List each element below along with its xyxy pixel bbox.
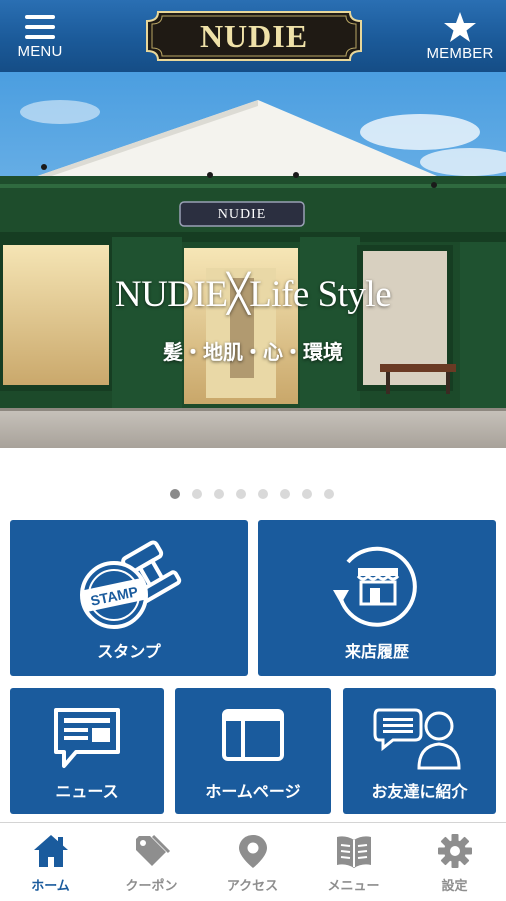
carousel-dot[interactable] — [302, 489, 312, 499]
carousel-dot[interactable] — [236, 489, 246, 499]
star-icon — [444, 11, 476, 42]
map-pin-icon — [239, 835, 267, 868]
visit-history-icon — [333, 546, 417, 627]
refer-friend-label: お友達に紹介 — [371, 782, 468, 801]
carousel-pagination — [170, 489, 334, 499]
hero-title: NUDIE╳Life Style — [114, 274, 392, 315]
nav-menu-label: メニュー — [327, 879, 380, 894]
menu-label: MENU — [17, 42, 63, 60]
stamp-icon: STAMP — [80, 540, 182, 629]
storefront-sign: NUDIE — [217, 207, 267, 222]
carousel-dot[interactable] — [280, 489, 290, 499]
member-button[interactable]: MEMBER — [414, 0, 506, 72]
hero-carousel[interactable]: NUDIE NUDIE╳Life Style 髪・地肌・心・環境 — [0, 72, 506, 448]
brand-logo: NUDIE — [146, 11, 362, 61]
brand-name: NUDIE — [199, 17, 309, 54]
menu-button[interactable]: MENU — [0, 0, 80, 72]
hero-subtitle: 髪・地肌・心・環境 — [163, 340, 343, 364]
webpage-icon — [222, 709, 284, 761]
stamp-tile[interactable]: STAMP スタンプ — [10, 520, 248, 676]
gear-icon — [438, 834, 472, 868]
visit-history-label: 来店履歴 — [344, 642, 409, 661]
home-icon — [34, 835, 68, 867]
nav-home[interactable]: ホーム — [0, 823, 101, 901]
news-label: ニュース — [55, 782, 119, 801]
carousel-dot[interactable] — [192, 489, 202, 499]
homepage-label: ホームページ — [205, 782, 301, 801]
storefront-photo — [0, 72, 506, 448]
nav-coupon[interactable]: クーポン — [101, 823, 202, 901]
homepage-tile[interactable]: ホームページ — [175, 688, 331, 814]
app-header: MENU NUDIE MEMBER — [0, 0, 506, 72]
book-icon — [337, 836, 371, 868]
carousel-dot[interactable] — [258, 489, 268, 499]
carousel-dot[interactable] — [324, 489, 334, 499]
refer-friend-tile[interactable]: お友達に紹介 — [343, 688, 496, 814]
bottom-navigation: ホーム クーポン アクセス メニュー 設定 — [0, 822, 506, 901]
nav-coupon-label: クーポン — [125, 879, 178, 894]
nav-settings[interactable]: 設定 — [404, 823, 505, 901]
nav-settings-label: 設定 — [441, 879, 468, 894]
refer-friend-icon — [373, 708, 461, 770]
visit-history-tile[interactable]: 来店履歴 — [258, 520, 496, 676]
carousel-dot[interactable] — [170, 489, 180, 499]
nav-access[interactable]: アクセス — [202, 823, 303, 901]
nav-access-label: アクセス — [226, 879, 279, 894]
news-icon — [54, 708, 120, 768]
nav-menu[interactable]: メニュー — [303, 823, 404, 901]
carousel-dot[interactable] — [214, 489, 224, 499]
tag-icon — [136, 834, 171, 866]
nav-home-label: ホーム — [31, 879, 70, 894]
news-tile[interactable]: ニュース — [10, 688, 164, 814]
hamburger-icon — [25, 14, 55, 39]
member-label: MEMBER — [426, 44, 494, 62]
stamp-label: スタンプ — [97, 642, 161, 661]
